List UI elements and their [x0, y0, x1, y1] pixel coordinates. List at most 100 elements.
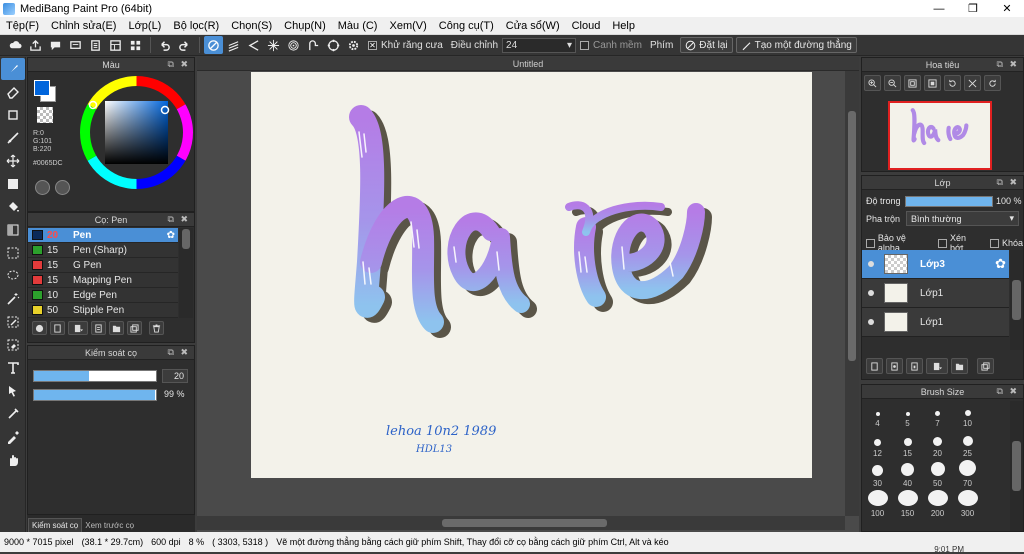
trash-icon[interactable] — [149, 321, 164, 335]
redo-icon[interactable] — [175, 36, 194, 54]
brush-size-slider[interactable] — [33, 370, 157, 382]
close-button[interactable]: ✕ — [990, 0, 1024, 17]
brush-size-option[interactable]: 12 — [863, 430, 892, 459]
layer-opacity-slider[interactable] — [905, 196, 993, 207]
comment-icon[interactable] — [46, 36, 65, 54]
lock-checkbox[interactable] — [990, 238, 999, 248]
new-layer-icon[interactable] — [866, 358, 883, 374]
move-tool-icon[interactable] — [1, 150, 25, 172]
new-halftone-layer-icon[interactable] — [886, 358, 903, 374]
undo-icon[interactable] — [155, 36, 174, 54]
color-wheel[interactable] — [78, 74, 195, 191]
brush-size-option[interactable]: 150 — [893, 490, 922, 519]
radial-snap-icon[interactable] — [264, 36, 283, 54]
brush-item-pen[interactable]: 20 Pen ✿ — [28, 228, 178, 243]
divide-tool-icon[interactable] — [1, 403, 25, 425]
select-eraser-tool-icon[interactable] — [1, 334, 25, 356]
adjust-dropdown[interactable]: 24 ▾ — [502, 37, 577, 53]
gear-icon[interactable]: ✿ — [995, 256, 1006, 272]
brush-item-g-pen[interactable]: 15 G Pen — [28, 258, 178, 273]
panel-controls-icon[interactable]: ⧉ ✖ — [997, 386, 1019, 397]
actual-size-icon[interactable] — [924, 75, 941, 91]
cloud-icon[interactable] — [6, 36, 25, 54]
upload-icon[interactable] — [26, 36, 45, 54]
scrollbar-thumb[interactable] — [182, 229, 190, 249]
horizontal-scrollbar[interactable] — [197, 516, 845, 530]
menu-cloud[interactable]: Cloud — [566, 20, 607, 32]
brush-size-option[interactable]: 20 — [923, 430, 952, 459]
brush-size-option[interactable]: 10 — [953, 400, 982, 429]
brush-size-option[interactable]: 70 — [953, 460, 982, 489]
eye-icon[interactable] — [868, 290, 874, 296]
brush-size-option[interactable]: 300 — [953, 490, 982, 519]
line-tool-icon[interactable] — [1, 127, 25, 149]
menu-filter[interactable]: Bộ lọc(R) — [167, 20, 225, 32]
brush-settings-icon[interactable] — [91, 321, 106, 335]
layer-scrollbar[interactable] — [1010, 250, 1023, 350]
tab-brush-control[interactable]: Kiểm soát cọ — [28, 518, 83, 532]
brush-size-option[interactable]: 30 — [863, 460, 892, 489]
zoom-out-icon[interactable] — [884, 75, 901, 91]
duplicate-icon[interactable] — [127, 321, 142, 335]
panel-controls-icon[interactable]: ⧉ ✖ — [168, 214, 190, 225]
protect-alpha-checkbox[interactable] — [866, 238, 875, 248]
brush-size-option[interactable]: 5 — [893, 400, 922, 429]
layer-item[interactable]: Lớp1 — [862, 279, 1009, 308]
layer-item[interactable]: Lớp1 — [862, 308, 1009, 337]
menu-select[interactable]: Chọn(S) — [225, 20, 278, 32]
brush-opacity-slider[interactable] — [33, 389, 157, 401]
menu-help[interactable]: Help — [606, 20, 641, 32]
eraser-tool-icon[interactable] — [1, 81, 25, 103]
brush-size-option[interactable]: 7 — [923, 400, 952, 429]
rotate-right-icon[interactable] — [984, 75, 1001, 91]
scrollbar-thumb[interactable] — [1012, 441, 1021, 491]
panel-controls-icon[interactable]: ⧉ ✖ — [168, 347, 190, 358]
folder-icon[interactable] — [109, 321, 124, 335]
menu-layer[interactable]: Lớp(L) — [122, 20, 167, 32]
transparent-color-swatch[interactable] — [37, 107, 53, 123]
scrollbar-thumb[interactable] — [848, 111, 856, 361]
eye-icon[interactable] — [868, 261, 874, 267]
lasso-tool-icon[interactable] — [1, 265, 25, 287]
settings-icon[interactable] — [344, 36, 363, 54]
brush-size-option[interactable]: 100 — [863, 490, 892, 519]
brush-size-scrollbar[interactable] — [1010, 401, 1023, 531]
panel-controls-icon[interactable]: ⧉ ✖ — [997, 177, 1019, 188]
brush-size-option[interactable]: 4 — [863, 400, 892, 429]
gear-icon[interactable]: ✿ — [167, 230, 175, 241]
duplicate-layer-icon[interactable] — [977, 358, 994, 374]
panel-icon[interactable] — [106, 36, 125, 54]
gradient-tool-icon[interactable] — [1, 219, 25, 241]
antialias-checkbox[interactable]: ✕ — [368, 40, 377, 50]
menu-color[interactable]: Màu (C) — [332, 20, 384, 32]
color-history-icon[interactable] — [55, 180, 70, 195]
brush-menu-icon[interactable] — [68, 321, 88, 335]
brush-item-mapping-pen[interactable]: 15 Mapping Pen — [28, 273, 178, 288]
operation-tool-icon[interactable] — [1, 380, 25, 402]
curve-snap-icon[interactable] — [304, 36, 323, 54]
brush-item-pen-sharp[interactable]: 15 Pen (Sharp) — [28, 243, 178, 258]
fit-window-icon[interactable] — [904, 75, 921, 91]
straight-line-button[interactable]: Tạo một đường thẳng — [735, 37, 857, 53]
eye-icon[interactable] — [868, 319, 874, 325]
scrollbar-thumb[interactable] — [1012, 280, 1021, 320]
brush-tool-icon[interactable] — [1, 58, 25, 80]
menu-edit[interactable]: Chỉnh sửa(E) — [45, 20, 122, 32]
menu-window[interactable]: Cửa sổ(W) — [500, 20, 566, 32]
cross-snap-icon[interactable] — [244, 36, 263, 54]
snap-checkbox[interactable] — [580, 40, 590, 50]
tab-brush-preview[interactable]: Xem trước cọ — [82, 519, 137, 532]
bucket-tool-icon[interactable] — [1, 196, 25, 218]
layer-menu-icon[interactable] — [926, 358, 948, 374]
vertical-scrollbar[interactable] — [845, 71, 859, 516]
menu-view[interactable]: Xem(V) — [383, 20, 432, 32]
palette-icon[interactable] — [35, 180, 50, 195]
brush-size-value[interactable]: 20 — [162, 369, 188, 383]
document-tab[interactable]: Untitled — [197, 57, 859, 71]
navigator-preview[interactable] — [888, 101, 992, 170]
hand-tool-icon[interactable] — [1, 449, 25, 471]
brush-list-scrollbar[interactable] — [179, 228, 193, 318]
maximize-button[interactable]: ❐ — [956, 0, 990, 17]
folder-icon[interactable] — [951, 358, 968, 374]
parallel-snap-icon[interactable] — [224, 36, 243, 54]
